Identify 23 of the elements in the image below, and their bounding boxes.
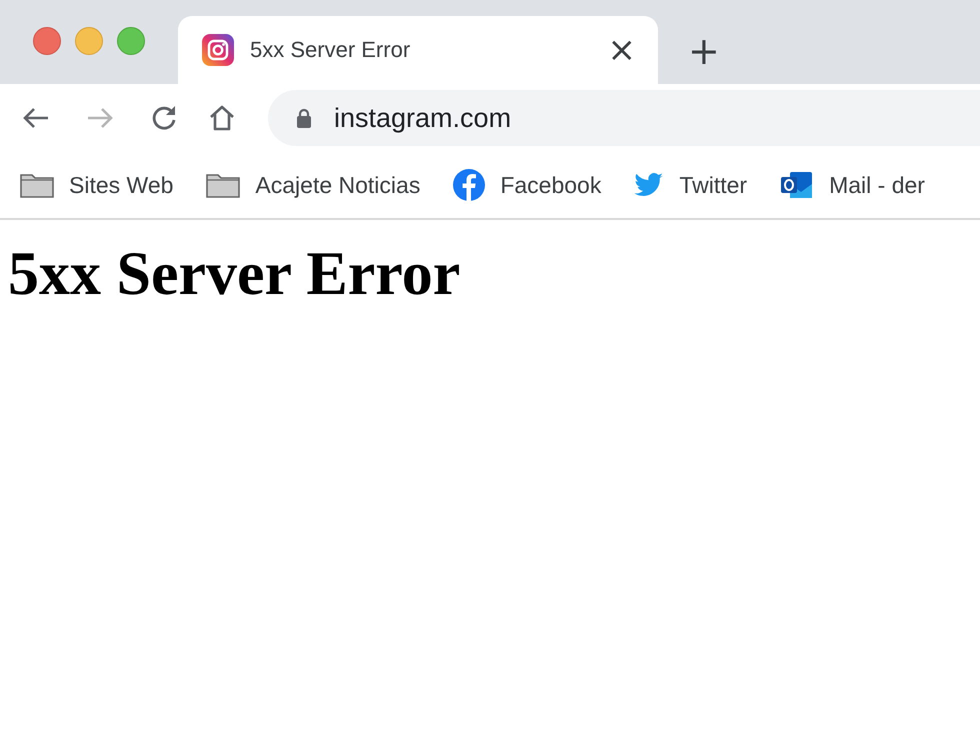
home-icon[interactable] bbox=[208, 104, 236, 132]
browser-tab[interactable]: 5xx Server Error × bbox=[178, 16, 658, 84]
bookmark[interactable]: Mail - der bbox=[780, 170, 925, 200]
bookmark[interactable]: Acajete Noticias bbox=[206, 172, 420, 198]
back-arrow-icon[interactable] bbox=[22, 106, 50, 130]
folder-icon bbox=[206, 172, 240, 198]
folder-icon bbox=[20, 172, 54, 198]
new-tab-button[interactable]: + bbox=[684, 32, 724, 70]
address-bar[interactable]: instagram.com bbox=[268, 90, 980, 146]
bookmark[interactable]: Twitter bbox=[634, 172, 748, 198]
bookmark[interactable]: Sites Web bbox=[20, 172, 174, 198]
letter-f-icon bbox=[453, 169, 486, 201]
mail-app-icon bbox=[780, 170, 814, 200]
bird-icon bbox=[634, 173, 664, 197]
bookmark[interactable]: Facebook bbox=[453, 169, 602, 201]
page-heading: 5xx Server Error bbox=[8, 240, 462, 308]
close-window-button[interactable] bbox=[33, 27, 61, 55]
maximize-window-button[interactable] bbox=[117, 27, 145, 55]
reload-icon[interactable] bbox=[150, 104, 178, 132]
close-tab-button[interactable]: × bbox=[606, 33, 638, 67]
minimize-window-button[interactable] bbox=[75, 27, 103, 55]
camera-icon bbox=[202, 34, 234, 66]
tab-title: 5xx Server Error bbox=[250, 37, 412, 63]
